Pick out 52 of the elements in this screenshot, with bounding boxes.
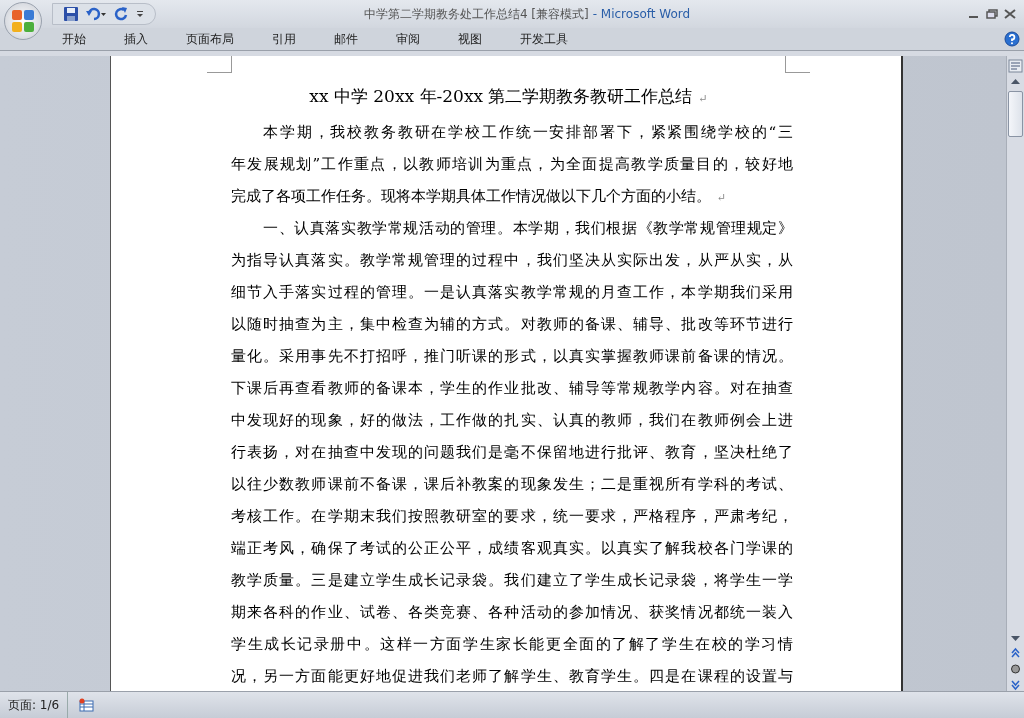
text-line: 期来各科的作业、试卷、各类竞赛、各种活动的参加情况、获奖情况都统一装入	[231, 602, 793, 623]
next-page-icon[interactable]	[1008, 679, 1023, 691]
scroll-down-icon[interactable]	[1008, 633, 1023, 643]
text-line: 以往少数教师课前不备课，课后补教案的现象发生；二是重视所有学科的考试、	[231, 474, 793, 495]
ribbon-tab[interactable]: 插入	[122, 29, 150, 49]
proofing-icon[interactable]	[78, 698, 95, 712]
text-line: 量化。采用事先不打招呼，推门听课的形式，以真实掌握教师课前备课的情况。	[231, 346, 793, 367]
text-line: 端正考风，确保了考试的公正公平，成绩客观真实。以真实了解我校各门学课的	[231, 538, 793, 559]
ribbon-tab[interactable]: 视图	[456, 29, 484, 49]
text-line: 教学质量。三是建立学生成长记录袋。我们建立了学生成长记录袋，将学生一学	[231, 570, 793, 591]
page-count[interactable]: 页面: 1/6	[0, 692, 69, 718]
window-title: 中学第二学期教务处工作总结4 [兼容模式]	[363, 6, 589, 21]
margin-corner-mark	[207, 56, 232, 73]
restore-icon[interactable]	[986, 9, 998, 19]
ribbon-tab[interactable]: 开发工具	[518, 29, 570, 49]
ribbon-tab[interactable]: 审阅	[394, 29, 422, 49]
scroll-thumb[interactable]	[1008, 91, 1023, 137]
close-icon[interactable]	[1004, 9, 1016, 19]
previous-page-icon[interactable]	[1008, 647, 1023, 659]
help-icon[interactable]	[1004, 31, 1020, 47]
save-icon[interactable]	[63, 6, 79, 22]
office-button[interactable]	[4, 2, 42, 40]
text-line: 以随时抽查为主，集中检查为辅的方式。对教师的备课、辅导、批改等环节进行	[231, 314, 793, 335]
text-line: 中发现好的现象，好的做法，工作做的扎实、认真的教师，我们在教师例会上进	[231, 410, 793, 431]
ribbon-tab[interactable]: 引用	[270, 29, 298, 49]
paragraph-mark: ↵	[698, 92, 708, 105]
text-line: 年发展规划”工作重点，以教师培训为重点，为全面提高教学质量目的，较好地	[231, 154, 793, 175]
paragraph-mark: ↵	[717, 191, 727, 204]
text-line: 本学期，我校教务教研在学校工作统一安排部署下，紧紧围绕学校的“三	[263, 122, 793, 143]
text-line: 完成了各项工作任务。现将本学期具体工作情况做以下几个方面的小结。	[231, 186, 711, 207]
text-line: 学生成长记录册中。这样一方面学生家长能更全面的了解了学生在校的学习情	[231, 634, 793, 655]
text-line: 为指导认真落实。教学常规管理的过程中，我们坚决从实际出发，从严从实，从	[231, 250, 793, 271]
scroll-up-icon[interactable]	[1008, 77, 1023, 87]
ruler-toggle-icon[interactable]	[1008, 59, 1023, 73]
undo-icon[interactable]	[85, 6, 107, 22]
ribbon-tab[interactable]: 页面布局	[184, 29, 236, 49]
ribbon-tab[interactable]: 邮件	[332, 29, 360, 49]
redo-icon[interactable]	[113, 6, 129, 22]
text-line: 细节入手落实过程的管理。一是认真落实教学常规的月查工作，本学期我们采用	[231, 282, 793, 303]
text-line: 一、认真落实教学常规活动的管理。本学期，我们根据《教学常规管理规定》	[263, 218, 793, 239]
text-line: 考核工作。在学期末我们按照教研室的要求，统一要求，严格程序，严肃考纪，	[231, 506, 793, 527]
document-title: xx 中学 20xx 年-20xx 第二学期教务教研工作总结	[309, 86, 693, 106]
ribbon-tab[interactable]: 开始	[60, 29, 88, 49]
text-line: 况，另一方面能更好地促进我们老师了解学生、教育学生。四是在课程的设置与	[231, 666, 793, 687]
text-line: 行表扬，对在抽查中发现的问题我们是毫不保留地进行批评、教育，坚决杜绝了	[231, 442, 793, 463]
margin-corner-mark	[785, 56, 810, 73]
vertical-scrollbar[interactable]	[1006, 56, 1024, 691]
office-logo-icon	[10, 8, 36, 34]
browse-object-icon[interactable]	[1008, 663, 1023, 675]
customize-caret-icon[interactable]	[135, 9, 145, 19]
app-name: - Microsoft Word	[592, 6, 691, 21]
text-line: 下课后再查看教师的备课本，学生的作业批改、辅导等常规教学内容。对在抽查	[231, 378, 793, 399]
